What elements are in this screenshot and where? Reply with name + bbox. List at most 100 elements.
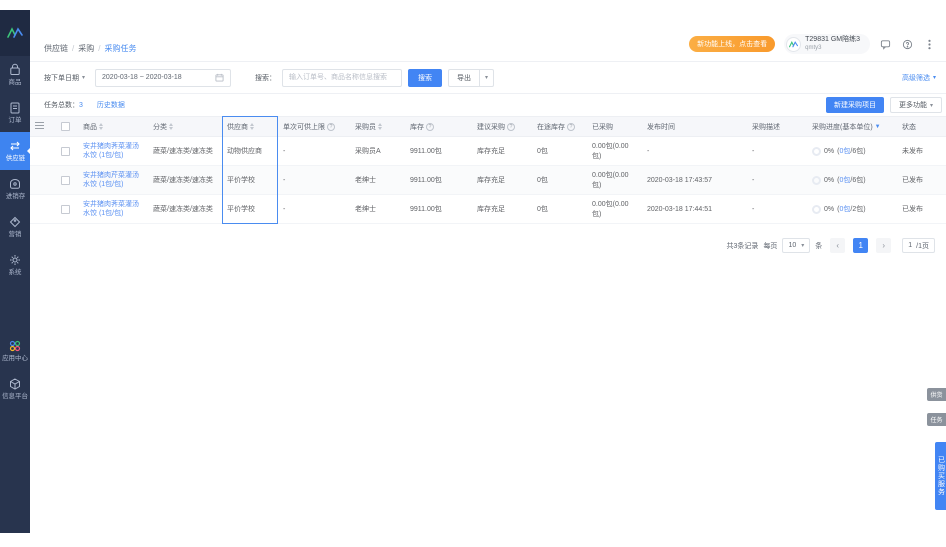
publish-time-cell: 2020-03-18 17:44:51	[642, 195, 747, 224]
task-float-tab[interactable]: 任务	[927, 413, 946, 426]
sidebar-item-label: 营销	[9, 231, 22, 238]
filter-icon[interactable]: ▼	[875, 124, 881, 130]
stock-cell: 9911.00包	[405, 137, 472, 166]
supply-limit-cell: -	[278, 137, 350, 166]
suggest-cell: 库存充足	[472, 166, 532, 195]
purchaser-cell: 采购员A	[350, 137, 405, 166]
sort-icon[interactable]	[99, 123, 103, 130]
task-total-label: 任务总数：	[44, 100, 79, 110]
chevron-down-icon[interactable]: ▾	[479, 70, 493, 86]
sidebar-item-orders[interactable]: 订单	[0, 94, 30, 132]
supply-float-tab[interactable]: 供货	[927, 388, 946, 401]
help-icon[interactable]	[901, 38, 914, 51]
cube-icon	[8, 377, 22, 391]
select-all-checkbox[interactable]	[61, 122, 70, 131]
user-sub: qmty3	[805, 44, 860, 52]
sidebar-item-marketing[interactable]: 营销	[0, 208, 30, 246]
search-input[interactable]	[282, 69, 402, 87]
more-vert-icon[interactable]	[923, 38, 936, 51]
next-page-button[interactable]: ›	[876, 238, 891, 253]
col-desc: 采购描述	[752, 124, 780, 131]
sort-icon[interactable]	[250, 123, 254, 130]
col-transit: 在途库存	[537, 122, 565, 132]
export-button[interactable]: 导出 ▾	[448, 69, 494, 87]
per-page-unit: 条	[815, 241, 822, 251]
purchaser-cell: 老绅士	[350, 195, 405, 224]
sidebar-item-supply-chain[interactable]: 供应链	[0, 132, 30, 170]
status-cell: 未发布	[897, 137, 946, 166]
column-settings-icon[interactable]	[35, 120, 44, 131]
total-records: 共3条记录	[727, 241, 759, 251]
col-purchased: 已采购	[592, 124, 613, 131]
chevron-down-icon: ▾	[933, 74, 936, 81]
col-category[interactable]: 分类	[153, 122, 167, 132]
breadcrumb-separator: /	[98, 44, 100, 53]
search-button[interactable]: 搜索	[408, 69, 442, 87]
progress-cell: 0% (0包/6包)	[812, 175, 892, 185]
row-checkbox[interactable]	[61, 147, 70, 156]
per-page-label: 每页	[763, 241, 777, 251]
progress-ring-icon	[812, 147, 821, 156]
info-icon[interactable]: ?	[507, 123, 515, 131]
advanced-filter-link[interactable]: 高级筛选 ▾	[902, 73, 936, 83]
sidebar-item-app-center[interactable]: 应用中心	[0, 332, 30, 370]
col-purchaser[interactable]: 采购员	[355, 122, 376, 132]
sidebar-item-label: 进销存	[5, 193, 24, 200]
transit-cell: 0包	[532, 195, 587, 224]
supply-limit-cell: -	[278, 195, 350, 224]
desc-cell: -	[747, 137, 807, 166]
progress-done-link[interactable]: 0包	[839, 177, 850, 184]
purchased-services-tab[interactable]: 已购买服务	[935, 442, 946, 510]
table-header-row: 商品 分类 供应商 单次可供上限? 采购员 库存? 建议采购? 在途库存? 已采…	[30, 117, 946, 137]
table-row: 安井猪肉荠菜灌汤水饺 (1包/包) 蔬菜/速冻类/速冻类 动物供应商 - 采购员…	[30, 137, 946, 166]
product-link[interactable]: 安井猪肉荠菜灌汤水饺 (1包/包)	[83, 142, 143, 160]
breadcrumb-supply-chain[interactable]: 供应链	[44, 43, 68, 54]
date-type-dropdown[interactable]: 按下单日期 ▾	[44, 73, 85, 83]
message-icon[interactable]	[879, 38, 892, 51]
page-1-button[interactable]: 1	[853, 238, 868, 253]
prev-page-button[interactable]: ‹	[830, 238, 845, 253]
product-link[interactable]: 安井猪肉芹菜灌汤水饺 (1包/包)	[83, 171, 143, 189]
history-data-link[interactable]: 历史数据	[97, 100, 125, 110]
sidebar-item-system[interactable]: 系统	[0, 246, 30, 284]
per-page-select[interactable]: 10 ▾	[782, 238, 810, 253]
marketing-tag-icon	[8, 215, 22, 229]
page-jump-input[interactable]: 1 /1页	[902, 238, 935, 253]
transit-cell: 0包	[532, 166, 587, 195]
sidebar-item-products[interactable]: 商品	[0, 56, 30, 94]
user-menu[interactable]: T29831 GM陪练3 qmty3	[784, 34, 870, 54]
more-functions-button[interactable]: 更多功能 ▾	[890, 97, 942, 113]
sort-icon[interactable]	[169, 123, 173, 130]
sidebar-item-info-platform[interactable]: 信息平台	[0, 370, 30, 408]
row-checkbox[interactable]	[61, 205, 70, 214]
col-product[interactable]: 商品	[83, 122, 97, 132]
date-range-picker[interactable]: 2020-03-18 ~ 2020-03-18	[95, 69, 231, 87]
progress-ring-icon	[812, 205, 821, 214]
create-purchase-project-button[interactable]: 新建采购项目	[826, 97, 884, 113]
col-suggest: 建议采购	[477, 122, 505, 132]
breadcrumb-purchase-task[interactable]: 采购任务	[104, 43, 136, 54]
info-icon[interactable]: ?	[426, 123, 434, 131]
progress-done-link[interactable]: 0包	[839, 148, 850, 155]
breadcrumb-purchase[interactable]: 采购	[78, 43, 94, 54]
sidebar-item-label: 应用中心	[2, 355, 28, 362]
info-icon[interactable]: ?	[567, 123, 575, 131]
col-supplier[interactable]: 供应商	[227, 122, 248, 132]
new-feature-badge[interactable]: 新功能上线，点击查看	[689, 36, 775, 52]
sort-icon[interactable]	[378, 123, 382, 130]
info-icon[interactable]: ?	[327, 123, 335, 131]
sidebar-item-label: 信息平台	[2, 393, 28, 400]
sidebar-item-label: 供应链	[5, 155, 24, 162]
order-icon	[8, 101, 22, 115]
progress-ring-icon	[812, 176, 821, 185]
progress-done-link[interactable]: 0包	[839, 206, 850, 213]
breadcrumb: 供应链 / 采购 / 采购任务	[44, 43, 136, 54]
sidebar-item-label: 商品	[9, 79, 22, 86]
suggest-cell: 库存充足	[472, 195, 532, 224]
desc-cell: -	[747, 166, 807, 195]
purchased-cell: 0.00包(0.00包)	[587, 137, 642, 166]
sidebar-item-inventory[interactable]: 进销存	[0, 170, 30, 208]
table-row: 安井猪肉荠菜灌汤水饺 (1包/包) 蔬菜/速冻类/速冻类 平价学校 - 老绅士 …	[30, 195, 946, 224]
row-checkbox[interactable]	[61, 176, 70, 185]
product-link[interactable]: 安井猪肉荠菜灌汤水饺 (1包/包)	[83, 200, 143, 218]
